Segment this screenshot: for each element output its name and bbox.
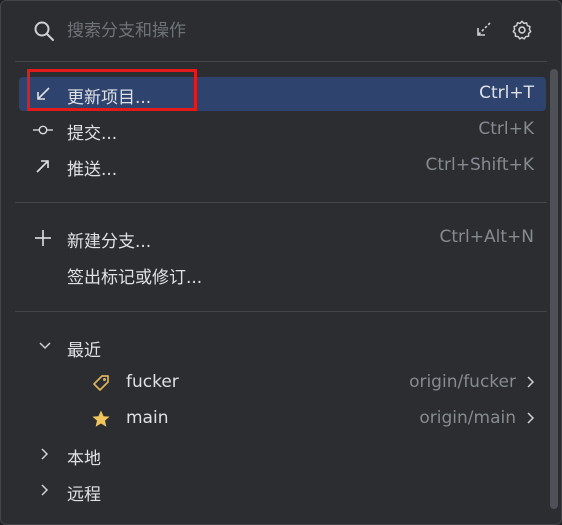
tree-group-local[interactable]: 本地	[19, 438, 546, 472]
branch-item-fucker[interactable]: fucker origin/fucker	[19, 366, 546, 400]
new-branch-item[interactable]: 新建分支... Ctrl+Alt+N	[19, 221, 546, 255]
commit-item[interactable]: 提交... Ctrl+K	[19, 113, 546, 147]
checkout-tag-item[interactable]: 签出标记或修订...	[19, 257, 546, 291]
commit-icon	[33, 120, 53, 140]
chevron-right-icon	[41, 484, 49, 496]
separator	[15, 311, 547, 312]
branch-remote: origin/fucker	[409, 372, 516, 392]
commit-shortcut: Ctrl+K	[478, 119, 534, 139]
annotation-highlight-box	[27, 69, 197, 111]
push-label: 推送...	[67, 160, 118, 180]
new-branch-shortcut: Ctrl+Alt+N	[439, 227, 534, 247]
settings-button[interactable]	[509, 17, 535, 43]
scrollbar[interactable]	[550, 69, 558, 509]
branch-item-main[interactable]: main origin/main	[19, 402, 546, 436]
separator	[15, 202, 547, 203]
branch-name: fucker	[126, 372, 179, 392]
collapse-button[interactable]	[471, 17, 497, 43]
new-branch-label: 新建分支...	[67, 232, 152, 252]
chevron-down-icon	[39, 342, 51, 350]
star-icon	[91, 409, 111, 429]
tag-icon	[91, 373, 111, 393]
tree-group-remote[interactable]: 远程	[19, 474, 546, 508]
checkout-tag-label: 签出标记或修订...	[67, 268, 203, 288]
plus-icon	[33, 228, 53, 248]
tree-group-recent[interactable]: 最近	[19, 330, 546, 364]
branch-remote: origin/main	[419, 408, 516, 428]
update-project-shortcut: Ctrl+T	[479, 83, 534, 103]
search-bar	[1, 1, 561, 61]
chevron-right-icon	[527, 412, 535, 424]
chevron-right-icon	[41, 448, 49, 460]
search-icon	[34, 21, 54, 41]
push-shortcut: Ctrl+Shift+K	[425, 155, 534, 175]
gear-icon	[512, 20, 532, 40]
branch-name: main	[126, 408, 169, 428]
collapse-arrow-icon	[477, 22, 491, 36]
push-arrow-icon	[33, 156, 53, 176]
separator	[15, 61, 547, 62]
push-item[interactable]: 推送... Ctrl+Shift+K	[19, 149, 546, 183]
git-branches-popup: 更新项目... Ctrl+T 提交... Ctrl+K 推送... Ctrl+S…	[0, 0, 562, 525]
tree-group-label: 最近	[67, 341, 101, 361]
search-input[interactable]	[67, 16, 447, 46]
chevron-right-icon	[527, 376, 535, 388]
commit-label: 提交...	[67, 124, 118, 144]
tree-group-label: 本地	[67, 449, 101, 469]
tree-group-label: 远程	[67, 485, 101, 505]
